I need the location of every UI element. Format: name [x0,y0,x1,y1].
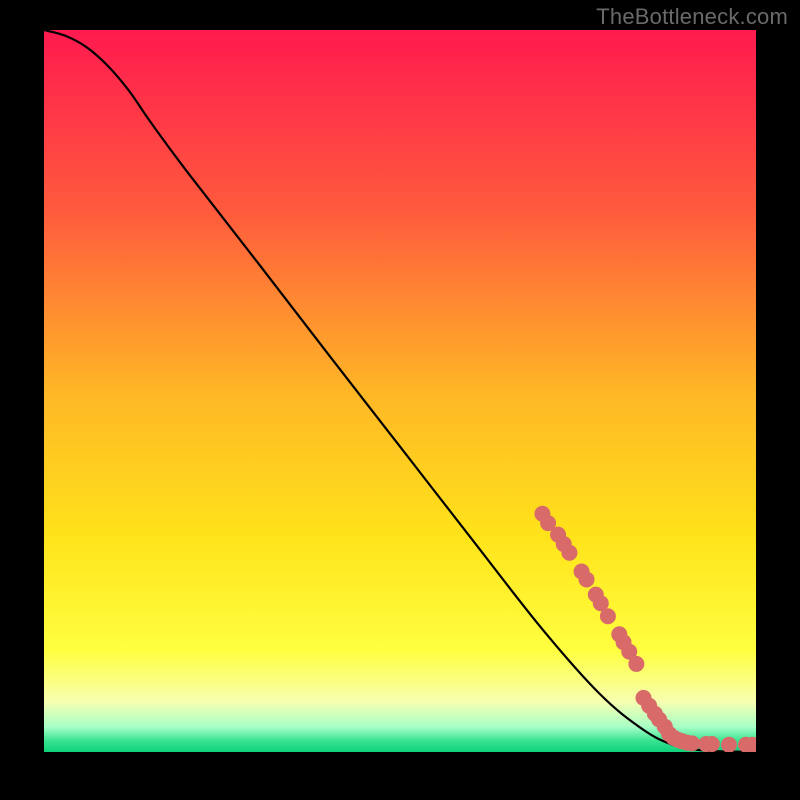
data-point [704,736,720,752]
watermark-label: TheBottleneck.com [596,4,788,30]
highlighted-points [534,506,756,752]
data-point [628,656,644,672]
data-point [684,735,700,751]
data-point [561,545,577,561]
data-point [721,737,737,752]
points-layer [44,30,756,752]
data-point [579,571,595,587]
data-point [600,608,616,624]
chart-frame: TheBottleneck.com [0,0,800,800]
plot-area [44,30,756,752]
